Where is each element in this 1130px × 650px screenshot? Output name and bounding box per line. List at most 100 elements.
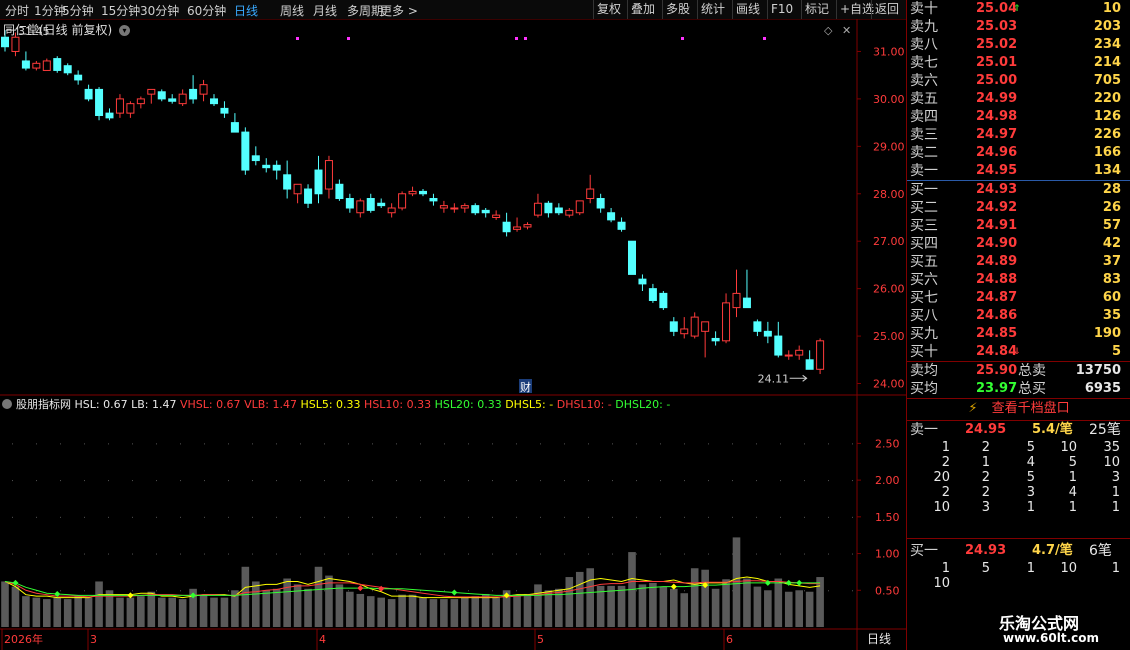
grid-dot: [396, 516, 397, 518]
book-level-price: 24.86: [976, 308, 1018, 323]
up-arrow-icon: ⇑: [1013, 4, 1021, 14]
ask-level-4[interactable]: 卖四 24.98 126: [907, 108, 1130, 126]
candle-body: [450, 207, 459, 210]
detail-avg: 5.4/笔: [1032, 422, 1073, 437]
period-tab-1[interactable]: 1分钟: [34, 2, 66, 19]
volume-bar: [481, 593, 490, 627]
bid-level-4[interactable]: 买四 24.90 42: [907, 235, 1130, 253]
ask1-detail-queue-row: 1 2 5 10 35: [907, 440, 1130, 455]
grid-dot: [540, 516, 541, 518]
toolbar-button-3[interactable]: 统计: [697, 0, 725, 19]
grid-dot: [804, 516, 805, 518]
bid-level-2[interactable]: 买二 24.92 26: [907, 199, 1130, 217]
book-level-price: 24.90: [976, 236, 1018, 251]
grid-dot: [492, 553, 493, 555]
grid-dot: [708, 443, 709, 445]
period-tab-0[interactable]: 分时: [5, 2, 29, 19]
book-level-price: 24.96: [976, 145, 1018, 160]
book-level-price: 24.84: [976, 344, 1018, 359]
grid-dot: [516, 590, 517, 592]
chevron-down-icon[interactable]: ▾: [119, 25, 131, 36]
period-tab-8[interactable]: 月线: [313, 2, 337, 19]
ask-level-6[interactable]: 卖六 25.00 705: [907, 72, 1130, 90]
grid-dot: [564, 480, 565, 482]
volume-bar: [690, 568, 699, 627]
toolbar-button-2[interactable]: 多股: [662, 0, 690, 19]
period-tab-4[interactable]: 30分钟: [140, 2, 179, 19]
bid-level-1[interactable]: 买一 24.93 28: [907, 181, 1130, 199]
grid-dot: [156, 480, 157, 482]
period-tab-9[interactable]: 多周期: [347, 2, 383, 19]
candle-body: [356, 200, 365, 214]
grid-dot: [852, 516, 853, 518]
ask-level-10[interactable]: 卖十 25.04 10 ⇑: [907, 0, 1130, 18]
period-tab-2[interactable]: 5分钟: [62, 2, 94, 19]
grid-dot: [588, 516, 589, 518]
toolbar-button-5[interactable]: F10: [767, 0, 793, 19]
grid-dot: [204, 590, 205, 592]
grid-dot: [564, 553, 565, 555]
candle-body: [544, 202, 553, 214]
ask1-detail-queue-row: 10 3 1 1 1: [907, 500, 1130, 515]
summary-avg: 25.90: [976, 363, 1018, 378]
ask-level-8[interactable]: 卖八 25.02 234: [907, 36, 1130, 54]
toolbar-button-7[interactable]: +自选: [836, 0, 874, 19]
bid-level-3[interactable]: 买三 24.91 57: [907, 217, 1130, 235]
candle-body: [53, 58, 62, 71]
toolbar-button-1[interactable]: 叠加: [627, 0, 655, 19]
ask-level-7[interactable]: 卖七 25.01 214: [907, 54, 1130, 72]
queue-order-size: 3: [1111, 470, 1120, 485]
grid-dot: [180, 590, 181, 592]
bid-level-8[interactable]: 买八 24.86 35: [907, 307, 1130, 325]
volume-bar: [753, 586, 762, 627]
view-thousand-depth-button[interactable]: ⚡ 查看千档盘口: [907, 399, 1130, 419]
grid-dot: [348, 590, 349, 592]
queue-order-size: 10: [1060, 561, 1077, 576]
grid-dot: [828, 590, 829, 592]
period-tab-7[interactable]: 周线: [280, 2, 304, 19]
grid-dot: [804, 590, 805, 592]
indicator-header[interactable]: 股朋指标网 HSL: 0.67 LB: 1.47 VHSL: 0.67 VLB:…: [16, 397, 670, 411]
book-level-price: 25.01: [976, 55, 1018, 70]
bid-level-7[interactable]: 买七 24.87 60: [907, 289, 1130, 307]
queue-order-size: 1: [1026, 561, 1035, 576]
bid-level-10[interactable]: 买十 24.84 5 ⇓: [907, 343, 1130, 361]
period-tab-10[interactable]: 更多 >: [380, 2, 418, 19]
bid-level-5[interactable]: 买五 24.89 37: [907, 253, 1130, 271]
period-tab-6[interactable]: 日线: [234, 2, 258, 19]
toolbar-button-0[interactable]: 复权: [593, 0, 621, 19]
time-label: 4: [319, 633, 326, 646]
volume-bar: [157, 597, 166, 627]
period-tab-3[interactable]: 15分钟: [101, 2, 140, 19]
indicator-value-8: DHSL10: -: [557, 398, 616, 411]
period-tab-5[interactable]: 60分钟: [187, 2, 226, 19]
kline-chart[interactable]: 31.0030.0029.0028.0027.0026.0025.0024.00…: [0, 19, 906, 650]
queue-order-size: 2: [941, 485, 950, 500]
volume-bar: [659, 586, 668, 627]
toolbar-button-4[interactable]: 画线: [732, 0, 760, 19]
grid-dot: [36, 480, 37, 482]
book-level-label: 卖九: [910, 19, 938, 35]
volume-bar: [701, 569, 709, 627]
ask-level-5[interactable]: 卖五 24.99 220: [907, 90, 1130, 108]
toolbar-button-6[interactable]: 标记: [801, 0, 829, 19]
grid-dot: [780, 443, 781, 445]
period-label: 日线: [867, 632, 891, 646]
toolbar-button-8[interactable]: 返回: [871, 0, 899, 19]
queue-order-size: 35: [1103, 440, 1120, 455]
candle-body: [178, 93, 187, 105]
candle-body: [74, 74, 83, 81]
volume-bar: [523, 593, 532, 627]
indicator-value-3: VLB: 1.47: [244, 398, 300, 411]
grid-dot: [180, 516, 181, 518]
candle-body: [324, 160, 333, 190]
ask-level-1[interactable]: 卖一 24.95 134: [907, 162, 1130, 180]
ask-level-3[interactable]: 卖三 24.97 226: [907, 126, 1130, 144]
time-label: 2026年: [4, 632, 43, 646]
ask-level-2[interactable]: 卖二 24.96 166: [907, 144, 1130, 162]
ask-level-9[interactable]: 卖九 25.03 203: [907, 18, 1130, 36]
bid-level-6[interactable]: 买六 24.88 83: [907, 271, 1130, 289]
volume-bar: [617, 585, 626, 627]
bid-level-9[interactable]: 买九 24.85 190: [907, 325, 1130, 343]
candle-body: [554, 207, 563, 214]
